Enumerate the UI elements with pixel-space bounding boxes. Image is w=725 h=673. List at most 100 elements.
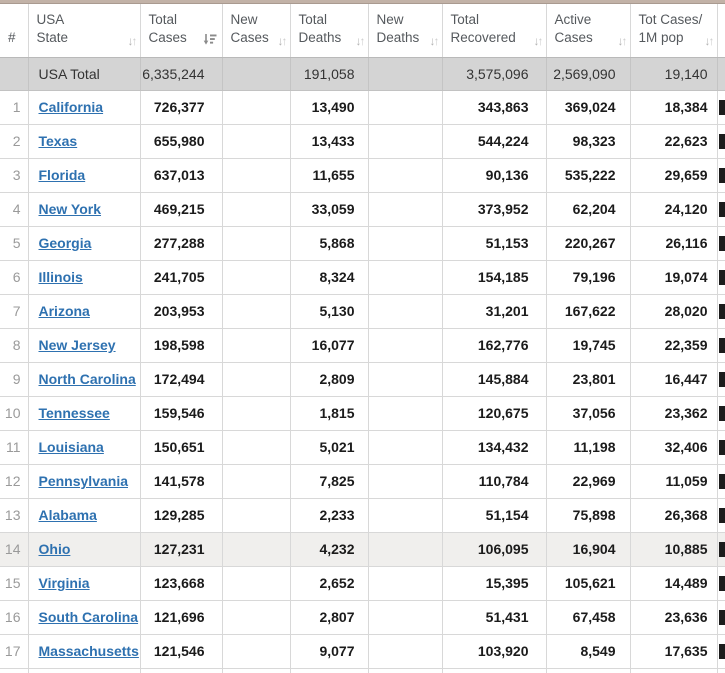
cases-per-1m-cell: 14,489 — [630, 566, 717, 600]
new-cases-cell — [222, 634, 290, 668]
table-body: USA Total 6,335,244 191,058 3,575,096 2,… — [0, 57, 725, 668]
table-row: 16 South Carolina 121,696 2,807 51,431 6… — [0, 600, 725, 634]
state-link[interactable]: New Jersey — [39, 337, 116, 353]
state-link[interactable]: Tennessee — [39, 405, 110, 421]
column-header-total-deaths[interactable]: Total Deaths ↓↑ — [290, 4, 368, 57]
total-deaths-cell: 13,433 — [290, 124, 368, 158]
rank-cell: 17 — [0, 634, 28, 668]
state-cell: Louisiana — [28, 430, 140, 464]
state-link[interactable]: Florida — [39, 167, 86, 183]
cases-per-1m-cell: 26,368 — [630, 498, 717, 532]
total-cases-cell: 141,578 — [140, 464, 222, 498]
rank-cell: 3 — [0, 158, 28, 192]
total-deaths-cell: 8,324 — [290, 260, 368, 294]
new-cases-cell — [222, 600, 290, 634]
total-recovered-cell: 373,952 — [442, 192, 546, 226]
total-deaths-cell: 2,807 — [290, 600, 368, 634]
state-link[interactable]: Arizona — [39, 303, 90, 319]
state-link[interactable]: New York — [39, 201, 102, 217]
new-cases-cell — [222, 192, 290, 226]
total-cases-cell: 150,651 — [140, 430, 222, 464]
cases-per-1m-cell: 10,885 — [630, 532, 717, 566]
new-deaths-cell — [368, 294, 442, 328]
column-header-cases-per-1m[interactable]: Tot Cases/ 1M pop ↓↑ — [630, 4, 717, 57]
cases-per-1m-cell: 17,635 — [630, 634, 717, 668]
new-cases-cell — [222, 532, 290, 566]
column-header-state[interactable]: USA State ↓↑ — [28, 4, 140, 57]
table-row: 3 Florida 637,013 11,655 90,136 535,222 … — [0, 158, 725, 192]
clipped-next-column-glyph — [719, 372, 725, 387]
state-link[interactable]: Massachusetts — [39, 643, 139, 659]
state-cell: Illinois — [28, 260, 140, 294]
column-header-new-deaths[interactable]: New Deaths ↓↑ — [368, 4, 442, 57]
active-cases-cell: 22,969 — [546, 464, 630, 498]
total-recovered-cell: 51,431 — [442, 600, 546, 634]
column-label: Total Deaths — [299, 11, 362, 47]
active-cases-cell: 220,267 — [546, 226, 630, 260]
state-link[interactable]: Virginia — [39, 575, 90, 591]
active-cases-cell: 19,745 — [546, 328, 630, 362]
state-link[interactable]: South Carolina — [39, 609, 139, 625]
state-link[interactable]: Louisiana — [39, 439, 104, 455]
total-recovered-cell: 103,920 — [442, 634, 546, 668]
new-cases-cell — [222, 158, 290, 192]
clipped-next-column-glyph — [719, 304, 725, 319]
total-recovered-cell: 145,884 — [442, 362, 546, 396]
state-link[interactable]: Texas — [39, 133, 78, 149]
total-deaths-cell: 13,490 — [290, 90, 368, 124]
cases-per-1m-cell: 18,384 — [630, 90, 717, 124]
usa-states-covid-table: # USA State ↓↑ Total Cases — [0, 4, 725, 673]
total-recovered-cell: 31,201 — [442, 294, 546, 328]
rank-cell: 5 — [0, 226, 28, 260]
state-cell: Ohio — [28, 532, 140, 566]
active-cases-cell: 98,323 — [546, 124, 630, 158]
new-deaths-cell — [368, 192, 442, 226]
state-link[interactable]: Georgia — [39, 235, 92, 251]
clipped-next-column-glyph — [719, 236, 725, 251]
new-cases-cell — [222, 362, 290, 396]
total-cases-cell: 121,546 — [140, 634, 222, 668]
column-header-new-cases[interactable]: New Cases ↓↑ — [222, 4, 290, 57]
new-cases-cell — [222, 566, 290, 600]
state-cell: North Carolina — [28, 362, 140, 396]
total-cases-cell: 121,696 — [140, 600, 222, 634]
state-cell: Virginia — [28, 566, 140, 600]
state-cell: Massachusetts — [28, 634, 140, 668]
rank-cell: 6 — [0, 260, 28, 294]
column-label: Total Recovered — [451, 11, 540, 47]
total-cases-cell: 172,494 — [140, 362, 222, 396]
clipped-next-column-glyph — [719, 406, 725, 421]
state-link[interactable]: North Carolina — [39, 371, 136, 387]
cases-per-1m-cell: 29,659 — [630, 158, 717, 192]
clipped-next-column-glyph — [719, 100, 725, 115]
clipped-cell — [717, 566, 725, 600]
column-header-total-cases[interactable]: Total Cases — [140, 4, 222, 57]
state-link[interactable]: Ohio — [39, 541, 71, 557]
total-label-cell: USA Total — [28, 57, 140, 90]
column-header-active-cases[interactable]: Active Cases ↓↑ — [546, 4, 630, 57]
rank-cell: 15 — [0, 566, 28, 600]
active-cases-cell: 535,222 — [546, 158, 630, 192]
clipped-cell — [717, 430, 725, 464]
total-cases-cell: 241,705 — [140, 260, 222, 294]
total-cases-cell: 203,953 — [140, 294, 222, 328]
clipped-next-column-glyph — [719, 168, 725, 183]
rank-cell: 4 — [0, 192, 28, 226]
sort-both-icon: ↓↑ — [356, 35, 364, 47]
new-deaths-cell — [368, 464, 442, 498]
column-header-total-recovered[interactable]: Total Recovered ↓↑ — [442, 4, 546, 57]
state-link[interactable]: California — [39, 99, 104, 115]
total-deaths-cell: 33,059 — [290, 192, 368, 226]
column-label: # — [8, 29, 22, 47]
clipped-cell — [717, 328, 725, 362]
state-link[interactable]: Illinois — [39, 269, 83, 285]
new-cases-cell — [222, 294, 290, 328]
rank-cell: 1 — [0, 90, 28, 124]
state-link[interactable]: Alabama — [39, 507, 97, 523]
cases-per-1m-cell: 32,406 — [630, 430, 717, 464]
table-header-row: # USA State ↓↑ Total Cases — [0, 4, 725, 57]
state-link[interactable]: Pennsylvania — [39, 473, 129, 489]
clipped-next-column-glyph — [719, 440, 725, 455]
total-deaths-cell: 16,077 — [290, 328, 368, 362]
clipped-cell — [717, 396, 725, 430]
